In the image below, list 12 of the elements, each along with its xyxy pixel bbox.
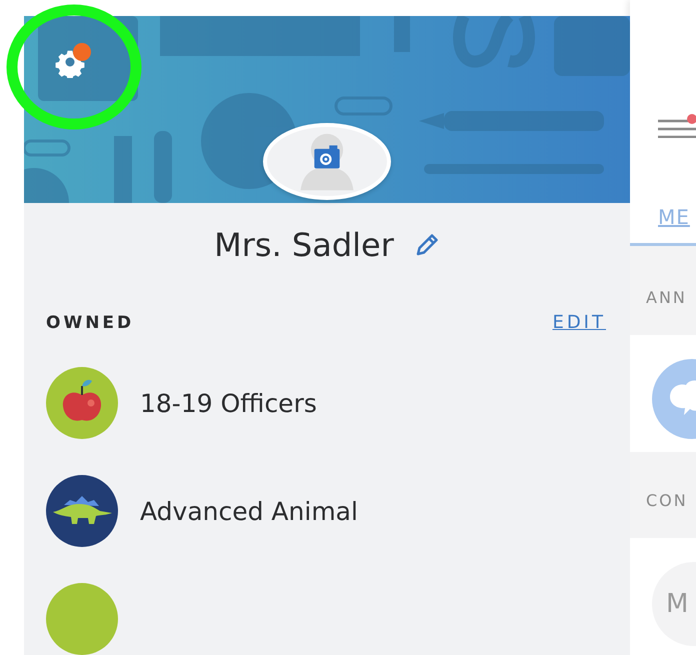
menu-icon[interactable] xyxy=(658,114,696,138)
edit-link[interactable]: EDIT xyxy=(552,312,606,333)
stegosaurus-icon xyxy=(46,475,118,547)
class-item[interactable]: 18-19 Officers xyxy=(140,388,317,418)
section-heading: ANN xyxy=(646,288,687,308)
class-icon xyxy=(46,583,118,655)
contact-avatar: M xyxy=(652,562,696,646)
section-heading: OWNED xyxy=(46,312,134,332)
class-item[interactable]: Advanced Animal xyxy=(140,496,358,526)
section-heading: CON xyxy=(646,490,688,510)
profile-name: Mrs. Sadler xyxy=(214,226,394,264)
apple-icon xyxy=(46,367,118,439)
